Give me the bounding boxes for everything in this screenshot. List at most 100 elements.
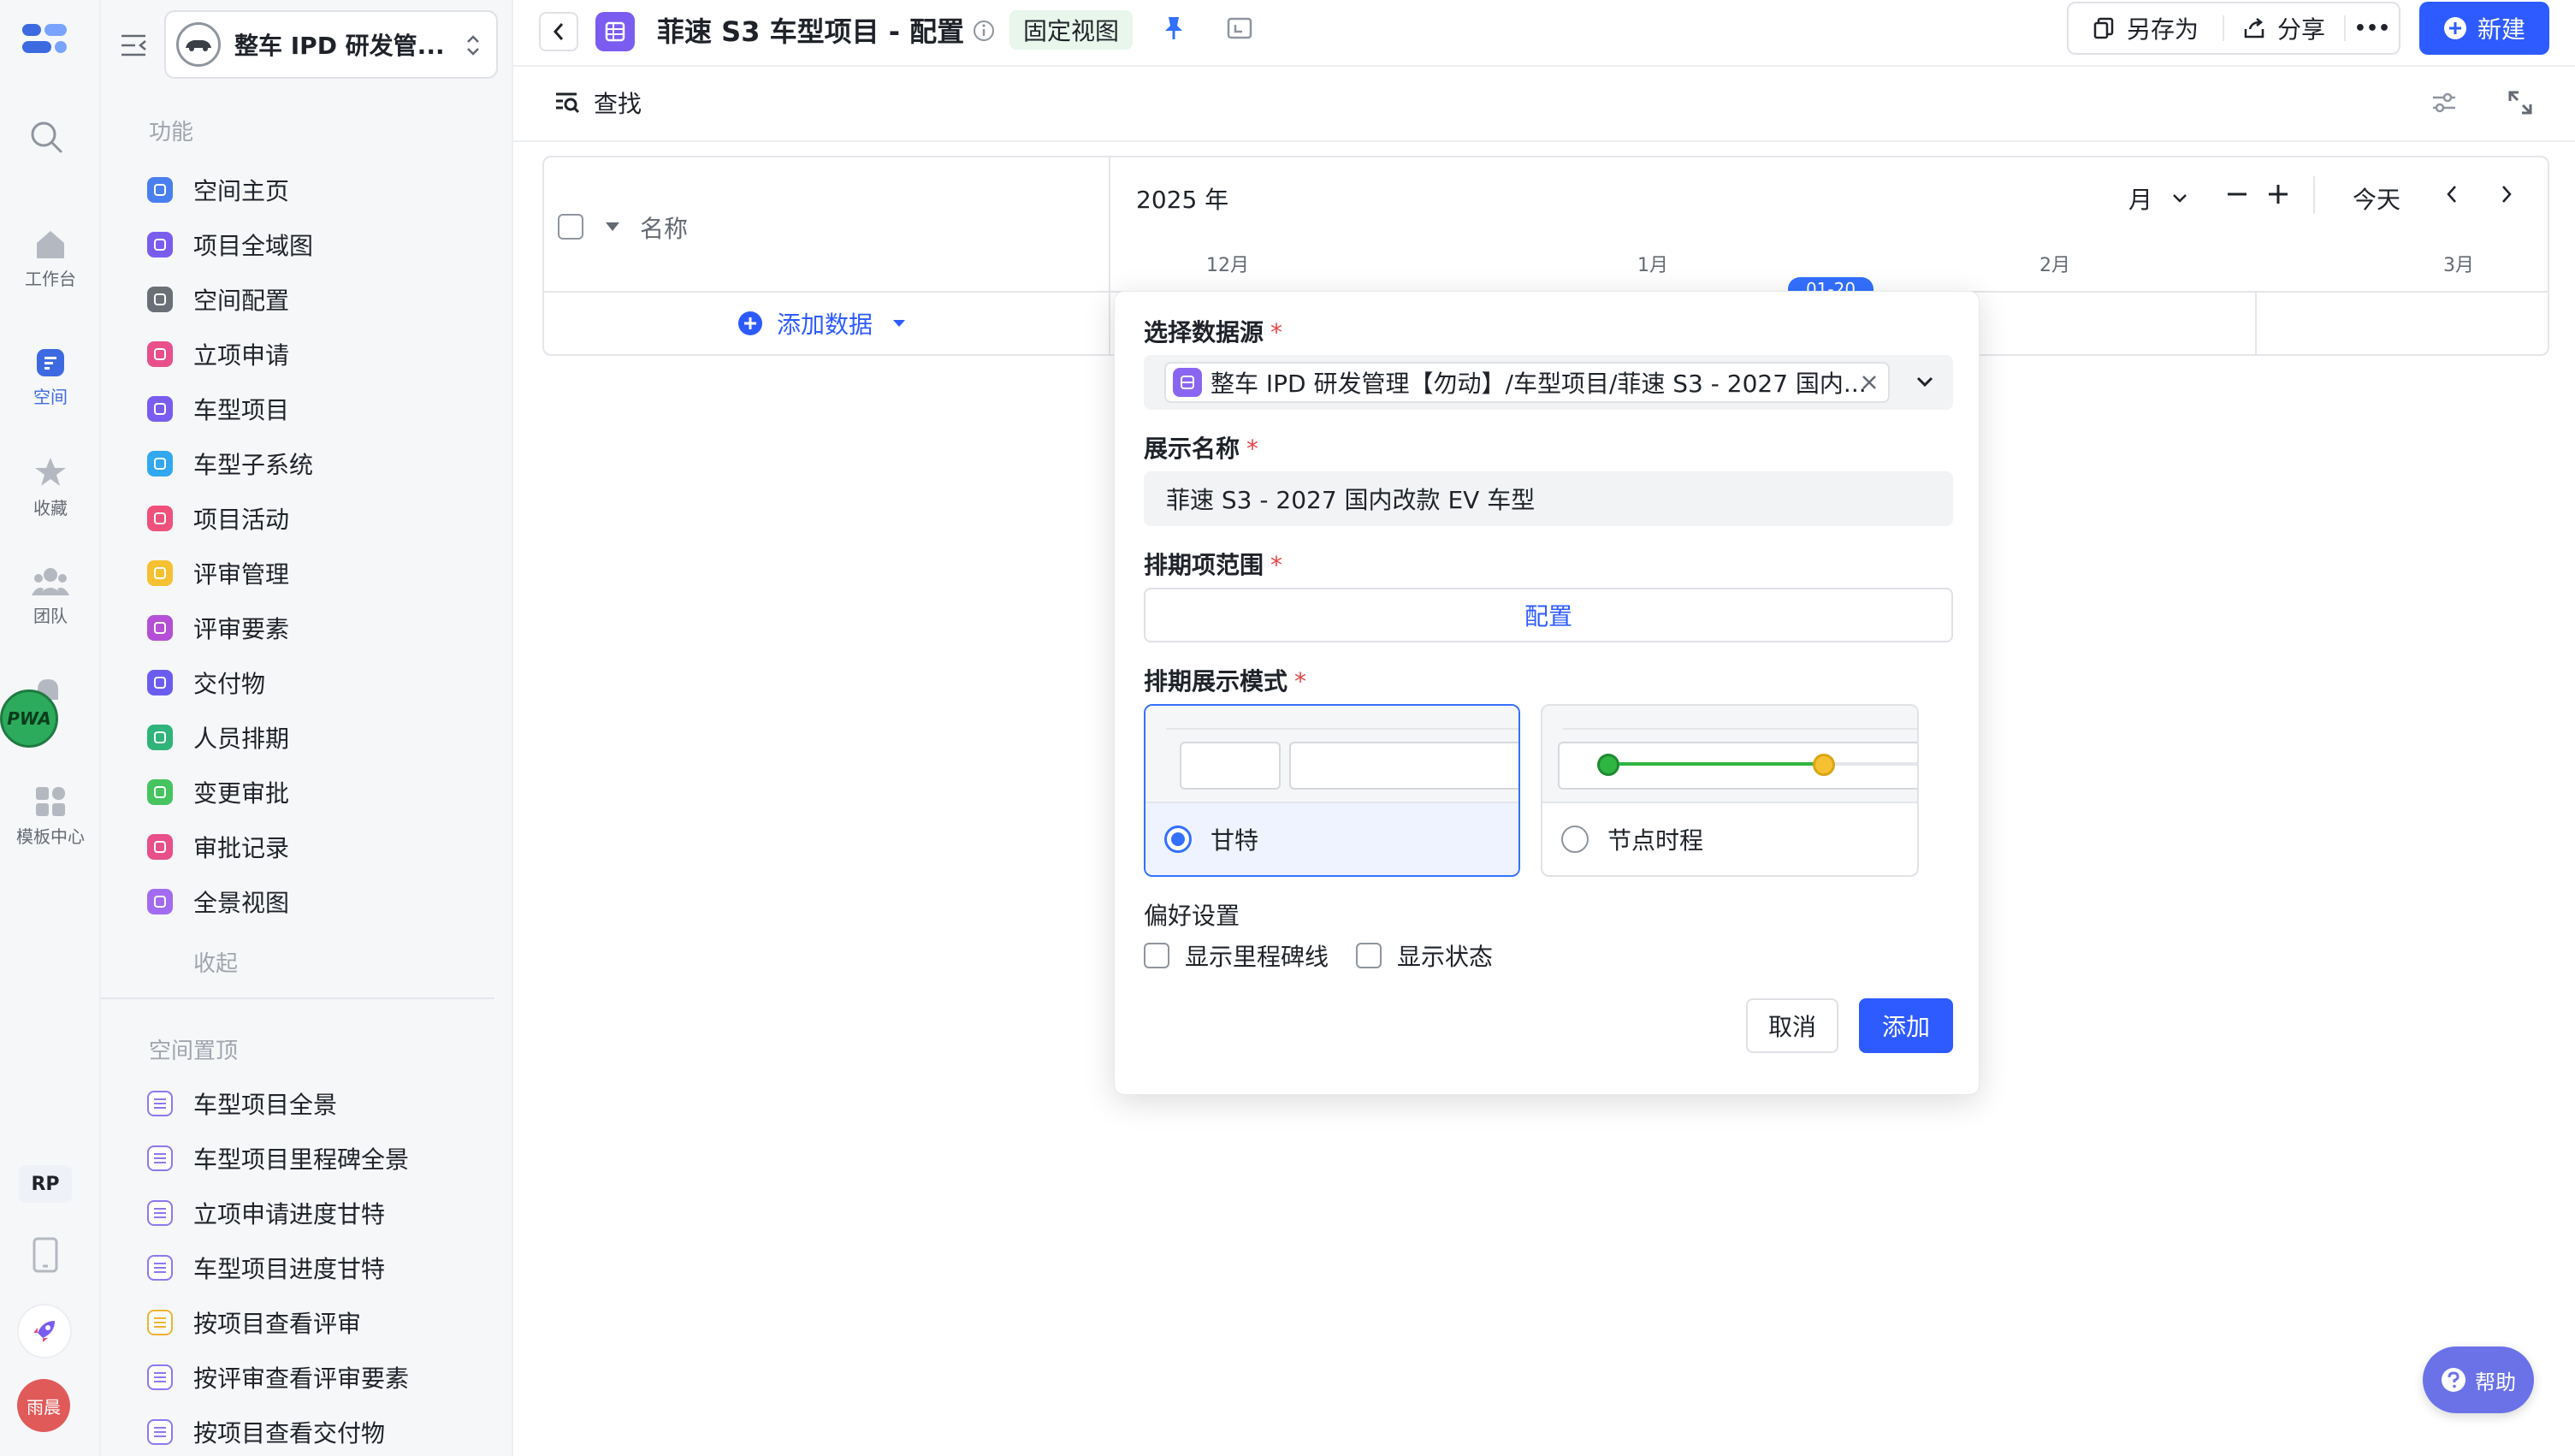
list-view-icon	[147, 1091, 173, 1116]
add-data-button[interactable]: 添加数据	[737, 305, 907, 342]
app-logo-icon[interactable]	[22, 22, 68, 56]
rail-item-space[interactable]: 空间	[0, 347, 101, 408]
add-data-label: 添加数据	[777, 311, 873, 339]
show-status-option[interactable]: 显示状态	[1356, 938, 1493, 973]
sidebar-item[interactable]: 变更审批	[147, 768, 489, 816]
mode-card-gantt[interactable]: 甘特	[1144, 704, 1520, 877]
data-source-select[interactable]: 整车 IPD 研发管理【勿动】/车型项目/菲速 S3 - 2027 国内...	[1144, 355, 1953, 410]
rail-item-favorites[interactable]: 收藏	[0, 455, 101, 519]
rail-item-workbench[interactable]: 工作台	[0, 228, 101, 290]
sidebar: 整车 IPD 研发管... 功能 空间主页项目全域图空间配置立项申请车型项目车型…	[101, 0, 513, 1456]
sidebar-item[interactable]: 空间配置	[147, 275, 489, 323]
sidebar-item[interactable]: 空间主页	[147, 166, 489, 214]
sidebar-item[interactable]: 审批记录	[147, 823, 489, 871]
pinned-item[interactable]: 按项目查看交付物	[147, 1408, 489, 1456]
gantt-header-divider	[544, 291, 1109, 293]
pinned-item[interactable]: 立项申请进度甘特	[147, 1189, 489, 1237]
zoom-out-icon[interactable]	[2226, 192, 2248, 197]
cancel-button[interactable]: 取消	[1746, 998, 1838, 1053]
pinned-item[interactable]: 车型项目进度甘特	[147, 1244, 489, 1292]
help-button[interactable]: 帮助	[2423, 1347, 2534, 1413]
mode-card-timeline[interactable]: 节点时程	[1541, 704, 1919, 877]
add-data-dialog: 选择数据源 * 整车 IPD 研发管理【勿动】/车型项目/菲速 S3 - 2027…	[1114, 291, 1980, 1095]
list-view-icon	[147, 1255, 173, 1281]
collapse-sidebar-icon[interactable]	[120, 33, 147, 62]
sidebar-item[interactable]: 评审管理	[147, 549, 489, 597]
radio-timeline[interactable]	[1561, 826, 1589, 853]
show-milestone-checkbox[interactable]	[1144, 943, 1169, 968]
sidebar-item[interactable]: 人员排期	[147, 713, 489, 761]
sidebar-item[interactable]: 项目活动	[147, 494, 489, 542]
more-button[interactable]: •••	[2346, 3, 2399, 53]
database-icon	[1173, 368, 1202, 397]
sidebar-item[interactable]: 项目全域图	[147, 221, 489, 269]
show-milestone-option[interactable]: 显示里程碑线	[1144, 938, 1329, 973]
sidebar-item[interactable]: 评审要素	[147, 604, 489, 652]
mobile-icon[interactable]	[33, 1237, 58, 1276]
list-view-icon	[147, 1419, 173, 1445]
timeline-preview	[1542, 706, 1917, 803]
source-tag[interactable]: 整车 IPD 研发管理【勿动】/车型项目/菲速 S3 - 2027 国内...	[1164, 362, 1890, 403]
configure-range-button[interactable]: 配置	[1144, 588, 1953, 642]
next-period-icon[interactable]	[2500, 185, 2513, 204]
pin-icon[interactable]	[1162, 15, 1186, 44]
pinned-item-label: 按项目查看交付物	[193, 1419, 386, 1447]
sidebar-item[interactable]: 车型子系统	[147, 440, 489, 488]
pwa-badge[interactable]: PWA	[0, 690, 58, 748]
rail-item-team[interactable]: 团队	[0, 566, 101, 627]
new-button[interactable]: 新建	[2419, 2, 2549, 55]
sidebar-item-label: 空间主页	[193, 177, 290, 205]
sidebar-item-icon	[147, 560, 173, 586]
sidebar-divider	[101, 997, 494, 999]
radio-gantt-checked[interactable]	[1164, 826, 1192, 853]
back-button[interactable]	[539, 12, 578, 51]
workspace-switcher[interactable]: 整车 IPD 研发管...	[164, 10, 498, 79]
search-toggle[interactable]: 查找	[554, 84, 642, 121]
rp-badge[interactable]: RP	[19, 1165, 72, 1203]
avatar[interactable]: 雨晨	[17, 1379, 70, 1432]
mode-timeline-option[interactable]: 节点时程	[1542, 803, 1917, 875]
sidebar-item[interactable]: 立项申请	[147, 330, 489, 378]
range-label: 排期项范围 *	[1144, 547, 1282, 581]
pinned-item[interactable]: 车型项目全景	[147, 1080, 489, 1128]
zoom-in-icon[interactable]	[2267, 183, 2289, 205]
sidebar-item[interactable]: 交付物	[147, 659, 489, 707]
settings-sliders-icon[interactable]	[2431, 91, 2457, 118]
month-label: 2月	[2039, 255, 2070, 276]
info-icon[interactable]	[972, 19, 996, 46]
caret-down-icon[interactable]	[604, 221, 621, 233]
list-view-icon	[147, 1364, 173, 1390]
rail-label: 团队	[33, 606, 68, 626]
mode-label-text: 排期展示模式	[1144, 667, 1288, 695]
sidebar-item-icon	[147, 232, 173, 257]
close-icon[interactable]	[1861, 374, 1878, 391]
sidebar-item[interactable]: 车型项目	[147, 385, 489, 433]
display-name-label: 展示名称 *	[1144, 430, 1258, 465]
rocket-icon[interactable]	[17, 1304, 72, 1358]
preview-cell	[1289, 742, 1518, 790]
required-mark: *	[1270, 318, 1283, 346]
display-name-input[interactable]: 菲速 S3 - 2027 国内改款 EV 车型	[1144, 471, 1953, 526]
today-button[interactable]: 今天	[2353, 181, 2400, 216]
search-icon[interactable]	[29, 120, 63, 157]
sidebar-item-label: 评审要素	[193, 615, 290, 643]
expand-icon[interactable]	[2507, 89, 2534, 120]
zoom-unit-select[interactable]: 月	[2128, 181, 2188, 216]
share-button[interactable]: 分享	[2224, 3, 2344, 53]
pinned-item[interactable]: 车型项目里程碑全景	[147, 1134, 489, 1182]
chevron-down-icon[interactable]	[1915, 376, 1934, 388]
section-functions-title: 功能	[149, 120, 194, 145]
add-button[interactable]: 添加	[1859, 998, 1953, 1053]
save-as-button[interactable]: 另存为	[2069, 3, 2223, 53]
pinned-item[interactable]: 按项目查看评审	[147, 1299, 489, 1347]
pinned-item[interactable]: 按评审查看评审要素	[147, 1353, 489, 1401]
prev-period-icon[interactable]	[2445, 185, 2459, 204]
mode-gantt-option[interactable]: 甘特	[1145, 803, 1518, 875]
fullscreen-icon[interactable]	[1227, 17, 1252, 43]
sidebar-item[interactable]: 全景视图	[147, 878, 489, 926]
rail-item-templates[interactable]: 模板中心	[0, 785, 101, 848]
show-status-checkbox[interactable]	[1356, 943, 1382, 968]
collapse-link[interactable]: 收起	[193, 946, 238, 978]
select-all-checkbox[interactable]	[558, 214, 583, 240]
prefs-label: 偏好设置	[1144, 902, 1240, 930]
